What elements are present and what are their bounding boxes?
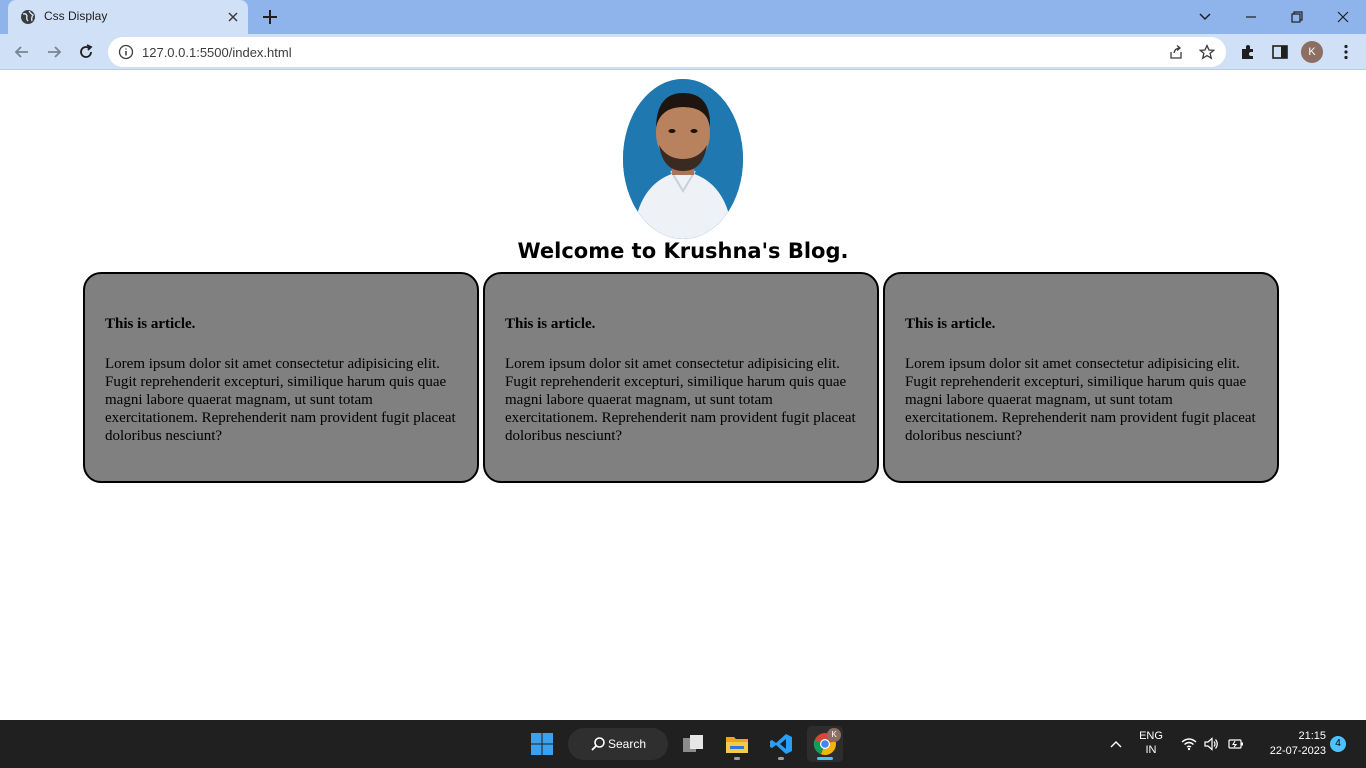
chrome-button[interactable]: K [807,726,843,762]
article-title: This is article. [105,316,196,332]
battery-icon[interactable] [1227,736,1245,752]
address-bar[interactable]: 127.0.0.1:5500/index.html [108,37,1226,67]
tab-search-chevron-icon[interactable] [1195,7,1215,27]
clock[interactable]: 21:15 22-07-2023 [1256,730,1326,757]
back-arrow-icon[interactable] [12,42,32,62]
language-code: ENG [1139,730,1163,742]
show-hidden-icons-chevron-icon[interactable] [1109,737,1123,751]
vscode-button[interactable] [763,726,799,762]
search-label: Search [608,737,647,751]
tab-strip: Css Display [0,0,1366,34]
running-indicator [734,757,740,760]
tab-title: Css Display [44,9,108,23]
browser-toolbar: 127.0.0.1:5500/index.html K [0,34,1366,70]
language-region: IN [1145,744,1157,756]
running-indicator [778,757,784,760]
search-icon [591,737,605,751]
close-tab-icon[interactable] [224,8,242,26]
start-button[interactable] [524,726,560,762]
article-card: This is article. Lorem ipsum dolor sit a… [483,272,879,483]
task-view-button[interactable] [675,726,711,762]
file-explorer-button[interactable] [719,726,755,762]
chrome-profile-badge: K [827,728,841,742]
side-panel-icon[interactable] [1271,43,1289,61]
forward-arrow-icon[interactable] [44,42,64,62]
article-card: This is article. Lorem ipsum dolor sit a… [83,272,479,483]
profile-photo [623,79,743,239]
notification-badge[interactable]: 4 [1330,736,1346,752]
more-menu-icon[interactable] [1337,43,1355,61]
close-window-button[interactable] [1333,7,1353,27]
wifi-icon[interactable] [1181,736,1197,752]
taskbar-search[interactable]: Search [568,728,668,760]
reload-icon[interactable] [76,42,96,62]
article-body: Lorem ipsum dolor sit amet consectetur a… [105,356,456,444]
page-title: Welcome to Krushna's Blog. [517,239,849,263]
share-icon[interactable] [1168,44,1184,60]
active-indicator [817,757,833,760]
volume-icon[interactable] [1203,736,1219,752]
article-list: This is article. Lorem ipsum dolor sit a… [83,272,1283,483]
windows-logo-icon [531,733,553,755]
site-info-icon[interactable] [118,44,134,60]
url-text[interactable]: 127.0.0.1:5500/index.html [142,45,292,60]
minimize-button[interactable] [1241,7,1261,27]
article-body: Lorem ipsum dolor sit amet consectetur a… [505,356,856,444]
web-page: Welcome to Krushna's Blog. This is artic… [0,71,1366,720]
vscode-icon [770,734,792,754]
new-tab-button[interactable] [260,7,280,27]
taskbar: Search K ENG IN 21:15 22-07-2023 4 [0,720,1366,768]
article-title: This is article. [905,316,996,332]
bookmark-star-icon[interactable] [1199,44,1215,60]
folder-icon [726,737,748,753]
article-card: This is article. Lorem ipsum dolor sit a… [883,272,1279,483]
extensions-puzzle-icon[interactable] [1239,43,1257,61]
clock-date: 22-07-2023 [1269,745,1326,757]
task-view-icon [683,735,703,752]
globe-icon [21,10,35,24]
browser-tab-active[interactable]: Css Display [8,0,248,34]
restore-button[interactable] [1287,7,1307,27]
clock-time: 21:15 [1298,730,1326,742]
language-indicator[interactable]: ENG IN [1133,730,1169,756]
article-title: This is article. [505,316,596,332]
article-body: Lorem ipsum dolor sit amet consectetur a… [905,356,1256,444]
profile-avatar[interactable]: K [1301,41,1323,63]
